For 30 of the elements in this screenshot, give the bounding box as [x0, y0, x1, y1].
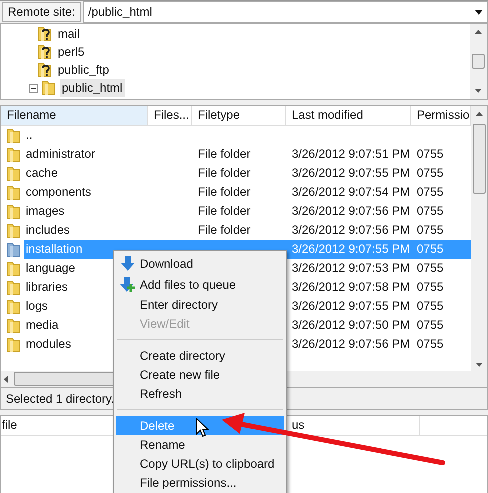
table-cell: 3/26/2012 9:07:56 PM	[292, 204, 410, 218]
table-cell: 0755	[417, 223, 444, 237]
table-cell: 0755	[417, 299, 444, 313]
table-cell: 0755	[417, 242, 444, 256]
table-cell: 3/26/2012 9:07:53 PM	[292, 261, 410, 275]
table-cell: File folder	[198, 147, 251, 161]
table-cell: 0755	[417, 280, 444, 294]
table-cell: 0755	[417, 318, 444, 332]
status-bar-text: Selected 1 directory.	[6, 390, 114, 408]
table-cell: File folder	[198, 223, 251, 237]
table-cell: 3/26/2012 9:07:56 PM	[292, 337, 410, 351]
table-cell: File folder	[198, 185, 251, 199]
table-cell: 0755	[417, 185, 444, 199]
table-cell: 0755	[417, 261, 444, 275]
table-cell: 3/26/2012 9:07:50 PM	[292, 318, 410, 332]
table-cell: 3/26/2012 9:07:55 PM	[292, 299, 410, 313]
table-cell: 0755	[417, 147, 444, 161]
table-cell: File folder	[198, 166, 251, 180]
remote-site-label: Remote site:	[2, 2, 82, 22]
table-cell: 0755	[417, 166, 444, 180]
table-cell: 3/26/2012 9:07:55 PM	[292, 166, 410, 180]
table-cell: installation	[26, 242, 83, 256]
table-cell: 3/26/2012 9:07:58 PM	[292, 280, 410, 294]
table-cell: 3/26/2012 9:07:56 PM	[292, 223, 410, 237]
table-cell: 0755	[417, 337, 444, 351]
table-cell: 0755	[417, 204, 444, 218]
table-cell: 3/26/2012 9:07:55 PM	[292, 242, 410, 256]
table-cell: 3/26/2012 9:07:54 PM	[292, 185, 410, 199]
table-cell: File folder	[198, 204, 251, 218]
table-cell: 3/26/2012 9:07:51 PM	[292, 147, 410, 161]
